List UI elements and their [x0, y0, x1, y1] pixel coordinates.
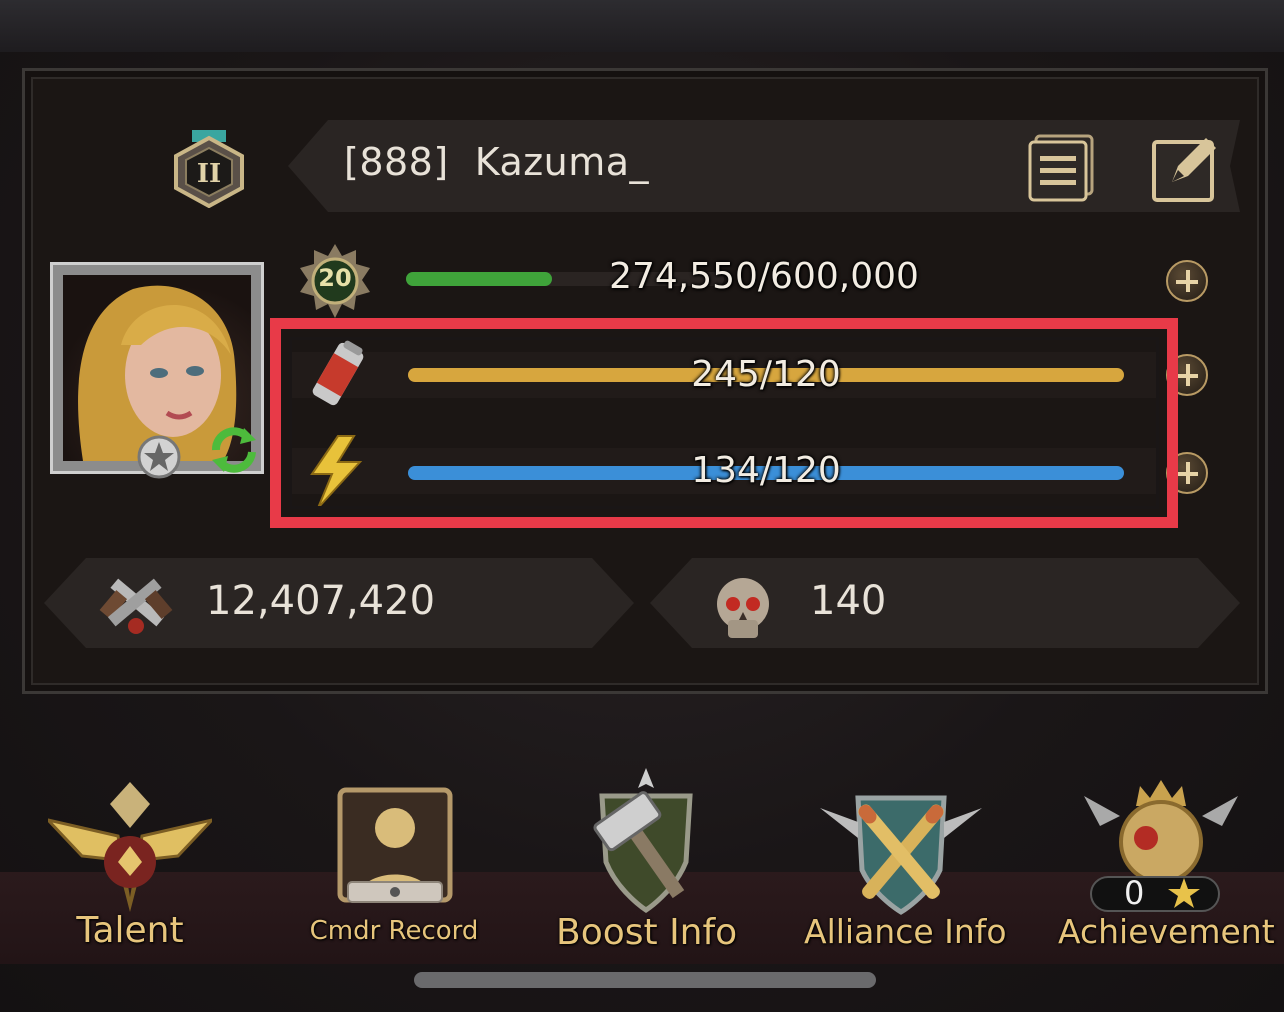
nav-cmdr-record-label: Cmdr Record: [309, 916, 479, 946]
alliance-tag: [888]: [344, 140, 449, 184]
home-indicator[interactable]: [414, 972, 876, 988]
crossed-pistols-icon: [99, 578, 173, 634]
nav-achievement-label: Achievement: [1058, 912, 1275, 951]
power-value: 12,407,420: [206, 578, 436, 624]
nav-alliance-info[interactable]: Alliance Info: [804, 778, 1007, 954]
star-icon: [1168, 878, 1200, 908]
crossed-bullets-icon: [820, 795, 982, 915]
eagle-wings-icon: [48, 782, 212, 912]
hammer-shield-icon: [593, 768, 693, 913]
nav-talent-label: Talent: [76, 910, 184, 951]
top-strip: [0, 0, 1284, 52]
rank-numeral: II: [197, 159, 221, 189]
level-number: 20: [318, 264, 352, 292]
highlight-inner-border: [289, 337, 1159, 509]
edit-icon[interactable]: [1150, 132, 1222, 204]
list-icon[interactable]: [1026, 132, 1096, 202]
nav-boost-info[interactable]: Boost Info: [556, 766, 738, 954]
achievement-count: 0: [1124, 874, 1145, 912]
player-name-text: Kazuma_: [474, 140, 650, 184]
nav-boost-info-label: Boost Info: [556, 912, 738, 953]
commander-silhouette-icon: [337, 787, 453, 903]
star-emblem-icon: [137, 435, 181, 479]
nav-achievement[interactable]: Achievement: [1058, 776, 1275, 954]
nav-alliance-info-label: Alliance Info: [804, 912, 1007, 951]
lion-crest-icon: [1084, 780, 1238, 884]
kills-value: 140: [810, 578, 887, 624]
exp-text: 274,550/600,000: [609, 256, 919, 297]
skull-icon: [717, 578, 769, 638]
change-avatar-icon[interactable]: [204, 420, 264, 480]
player-name: [888] Kazuma_: [344, 140, 649, 184]
rank-badge-icon: II: [174, 130, 244, 208]
nav-talent[interactable]: Talent: [48, 776, 212, 956]
add-exp-button[interactable]: [1166, 260, 1208, 302]
nav-cmdr-record[interactable]: Cmdr Record: [306, 782, 482, 952]
